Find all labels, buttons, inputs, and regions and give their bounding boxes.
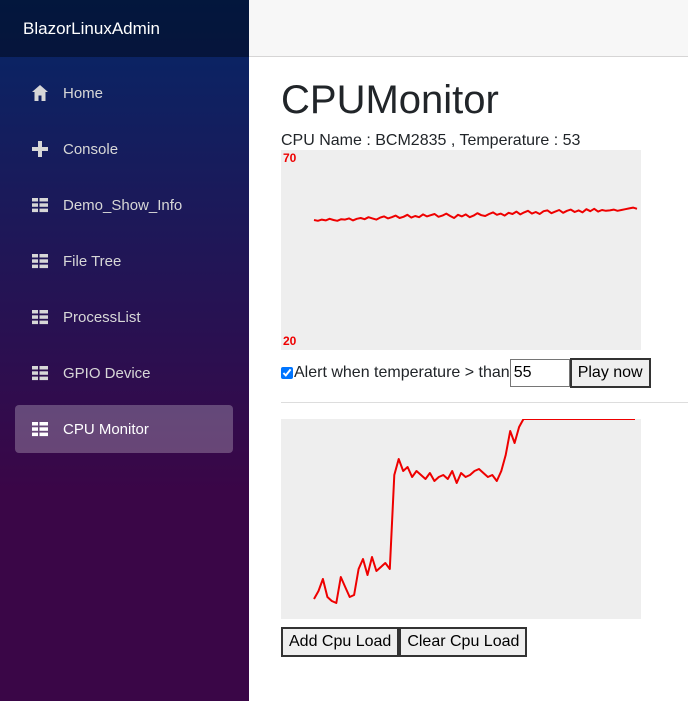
app-brand[interactable]: BlazorLinuxAdmin: [0, 0, 249, 57]
sidebar-item-home[interactable]: Home: [15, 69, 233, 117]
y-axis-max-label: 70: [283, 151, 297, 165]
sidebar-item-label: Console: [63, 140, 119, 158]
home-icon: [31, 84, 49, 102]
temperature-series-line: [313, 206, 638, 222]
sidebar-item-cpu-monitor[interactable]: CPU Monitor: [15, 405, 233, 453]
sidebar-item-label: Home: [63, 84, 104, 102]
sidebar-item-label: File Tree: [63, 252, 122, 270]
clear-cpu-load-button[interactable]: Clear Cpu Load: [399, 627, 528, 657]
main-content: CPUMonitor CPU Name : BCM2835 , Temperat…: [281, 57, 688, 657]
page-title: CPUMonitor: [281, 78, 499, 122]
divider: [281, 402, 688, 403]
nav-menu: Home Console Demo_Show_Info File Tree Pr…: [0, 57, 249, 453]
sidebar-item-processlist[interactable]: ProcessList: [15, 293, 233, 341]
alert-row: Alert when temperature > than Play now: [281, 358, 688, 388]
alert-label: Alert when temperature > than: [294, 364, 510, 381]
sidebar-item-file-tree[interactable]: File Tree: [15, 237, 233, 285]
list-icon: [31, 364, 49, 382]
play-now-button[interactable]: Play now: [569, 358, 651, 388]
cpu-load-buttons: Add Cpu Load Clear Cpu Load: [281, 627, 688, 657]
temperature-chart-svg: [313, 206, 638, 222]
sidebar-item-gpio-device[interactable]: GPIO Device: [15, 349, 233, 397]
cpu-info-text: CPU Name : BCM2835 , Temperature : 53: [281, 132, 581, 149]
cpu-load-series-line: [313, 419, 635, 604]
sidebar-item-label: Demo_Show_Info: [63, 196, 183, 214]
temperature-threshold-input[interactable]: [509, 359, 570, 387]
y-axis-min-label: 20: [283, 334, 297, 348]
temperature-chart: 70 20: [281, 150, 641, 350]
sidebar: BlazorLinuxAdmin Home Console Demo_Show_…: [0, 0, 249, 701]
sidebar-item-label: CPU Monitor: [63, 420, 149, 438]
sidebar-item-console[interactable]: Console: [15, 125, 233, 173]
top-bar: [249, 0, 688, 57]
sidebar-item-label: ProcessList: [63, 308, 141, 326]
plus-icon: [31, 140, 49, 158]
list-icon: [31, 252, 49, 270]
sidebar-item-demo-show-info[interactable]: Demo_Show_Info: [15, 181, 233, 229]
sidebar-item-label: GPIO Device: [63, 364, 151, 382]
alert-checkbox[interactable]: [281, 367, 293, 379]
list-icon: [31, 196, 49, 214]
list-icon: [31, 420, 49, 438]
cpu-load-chart-svg: [313, 419, 635, 604]
cpu-load-chart: [281, 419, 641, 619]
list-icon: [31, 308, 49, 326]
add-cpu-load-button[interactable]: Add Cpu Load: [281, 627, 400, 657]
